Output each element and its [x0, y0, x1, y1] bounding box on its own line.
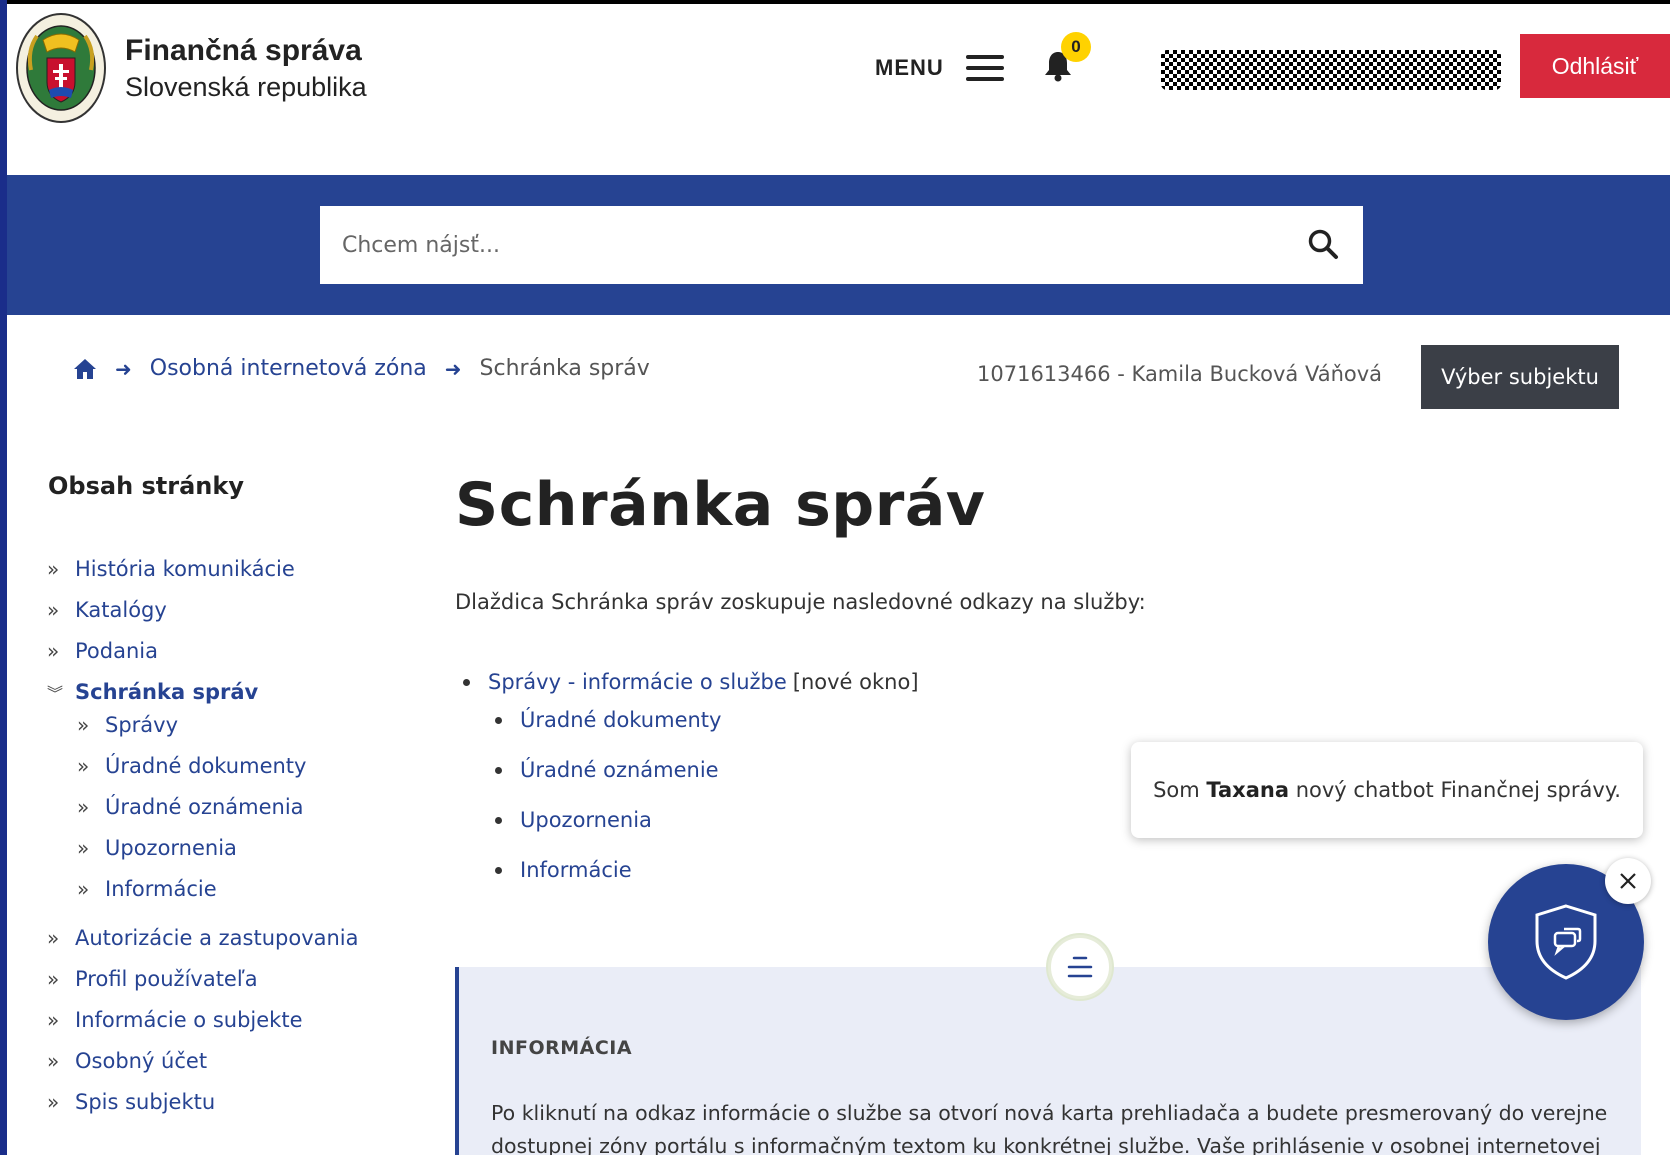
bullet-icon — [495, 716, 502, 724]
home-icon[interactable] — [73, 357, 97, 381]
menu-lines-icon — [1067, 956, 1093, 978]
page: Finančná správa Slovenská republika MENU… — [7, 0, 1670, 1155]
arrow-right-icon: ➜ — [115, 356, 132, 381]
toc-link-subject-info[interactable]: Informácie o subjekte — [75, 1008, 302, 1032]
menu-button[interactable]: MENU — [875, 50, 1004, 86]
double-chevron-icon: » — [77, 836, 90, 860]
double-chevron-icon: » — [47, 1049, 60, 1073]
chat-shield-icon — [1535, 904, 1597, 980]
toc-subitem[interactable]: » Úradné dokumenty — [77, 754, 306, 778]
toc-link-warnings[interactable]: Upozornenia — [105, 836, 237, 860]
list-item: Upozornenia — [495, 808, 652, 832]
toc-item[interactable]: » Autorizácie a zastupovania — [47, 926, 359, 950]
double-chevron-icon: » — [47, 1090, 60, 1114]
toc-link-information[interactable]: Informácie — [105, 877, 217, 901]
double-chevron-down-icon: ︾ — [47, 684, 64, 703]
menu-label: MENU — [875, 55, 944, 80]
info-box: INFORMÁCIA Po kliknutí na odkaz informác… — [455, 967, 1641, 1155]
service-link-warnings[interactable]: Upozornenia — [520, 808, 652, 832]
new-window-note: [nové okno] — [792, 670, 919, 694]
toc-link-messages[interactable]: Správy — [105, 713, 178, 737]
toc-item[interactable]: » Osobný účet — [47, 1049, 207, 1073]
notification-badge: 0 — [1061, 32, 1091, 62]
intro-text: Dlaždica Schránka správ zoskupuje nasled… — [455, 590, 1146, 614]
double-chevron-icon: » — [47, 926, 60, 950]
double-chevron-icon: » — [77, 713, 90, 737]
double-chevron-icon: » — [47, 1008, 60, 1032]
toc-link-personal-account[interactable]: Osobný účet — [75, 1049, 207, 1073]
chatbot-close-button[interactable] — [1605, 858, 1651, 904]
info-menu-toggle[interactable] — [1048, 935, 1112, 999]
list-item: Informácie — [495, 858, 632, 882]
double-chevron-icon: » — [77, 877, 90, 901]
chatbot-text-before: Som — [1153, 778, 1200, 802]
toc-link-authorizations[interactable]: Autorizácie a zastupovania — [75, 926, 359, 950]
toc-item[interactable]: » Informácie o subjekte — [47, 1008, 302, 1032]
toc-subitem[interactable]: » Úradné oznámenia — [77, 795, 304, 819]
logout-button[interactable]: Odhlásiť — [1520, 34, 1670, 98]
service-link-information[interactable]: Informácie — [520, 858, 632, 882]
toc-item-active[interactable]: ︾ Schránka správ — [47, 680, 258, 704]
arrow-right-icon: ➜ — [444, 356, 462, 381]
chatbot-bubble[interactable]: Som Taxana nový chatbot Finančnej správy… — [1131, 742, 1643, 838]
chatbot-text-after: nový chatbot Finančnej správy. — [1295, 778, 1621, 802]
toc-link-history[interactable]: História komunikácie — [75, 557, 295, 581]
toc-subitem[interactable]: » Upozornenia — [77, 836, 237, 860]
search-box[interactable] — [320, 206, 1363, 284]
brand-subtitle: Slovenská republika — [125, 72, 367, 102]
double-chevron-icon: » — [47, 598, 60, 622]
toc-link-subject-file[interactable]: Spis subjektu — [75, 1090, 215, 1114]
toc-title: Obsah stránky — [48, 472, 244, 500]
toc-item[interactable]: » Podania — [47, 639, 158, 663]
toc-link-user-profile[interactable]: Profil používateľa — [75, 967, 258, 991]
double-chevron-icon: » — [47, 557, 60, 581]
double-chevron-icon: » — [47, 967, 60, 991]
user-name-redacted[interactable] — [1161, 50, 1501, 90]
bullet-icon — [495, 766, 502, 774]
toc-link-official-notices[interactable]: Úradné oznámenia — [105, 795, 304, 819]
subject-label: 1071613466 - Kamila Bucková Váňová — [977, 362, 1383, 386]
toc-item[interactable]: » História komunikácie — [47, 557, 295, 581]
select-subject-button[interactable]: Výber subjektu — [1421, 345, 1619, 409]
breadcrumb-current: Schránka správ — [479, 356, 650, 381]
toc-item[interactable]: » Spis subjektu — [47, 1090, 215, 1114]
brand-title: Finančná správa — [125, 34, 362, 67]
double-chevron-icon: » — [47, 639, 60, 663]
list-item: Úradné dokumenty — [495, 708, 721, 732]
list-item: Správy - informácie o službe [nové okno] — [463, 670, 919, 694]
toc-subitem[interactable]: » Správy — [77, 713, 178, 737]
search-band — [7, 175, 1670, 315]
close-icon — [1620, 873, 1636, 889]
double-chevron-icon: » — [77, 795, 90, 819]
bullet-icon — [495, 816, 502, 824]
toc-subitem[interactable]: » Informácie — [77, 877, 217, 901]
service-link-official-documents[interactable]: Úradné dokumenty — [520, 708, 721, 732]
coat-of-arms-logo[interactable] — [13, 10, 109, 128]
toc-link-catalogs[interactable]: Katalógy — [75, 598, 167, 622]
info-heading: INFORMÁCIA — [491, 1037, 633, 1059]
info-text: Po kliknutí na odkaz informácie o službe… — [491, 1101, 1608, 1155]
toc-link-official-documents[interactable]: Úradné dokumenty — [105, 754, 306, 778]
toc-item[interactable]: » Katalógy — [47, 598, 167, 622]
page-title: Schránka správ — [455, 470, 986, 540]
toc-item[interactable]: » Profil používateľa — [47, 967, 258, 991]
chatbot-name: Taxana — [1206, 778, 1290, 802]
toc-link-message-box[interactable]: Schránka správ — [75, 680, 258, 704]
breadcrumb-link-personal-zone[interactable]: Osobná internetová zóna — [150, 356, 427, 381]
search-icon[interactable] — [1307, 228, 1339, 260]
site-header: Finančná správa Slovenská republika MENU… — [7, 0, 1670, 175]
list-item: Úradné oznámenie — [495, 758, 719, 782]
service-link-official-notice[interactable]: Úradné oznámenie — [520, 758, 719, 782]
search-input[interactable] — [342, 226, 1242, 264]
double-chevron-icon: » — [77, 754, 90, 778]
service-link-messages-info[interactable]: Správy - informácie o službe — [488, 670, 787, 694]
toc-link-submissions[interactable]: Podania — [75, 639, 158, 663]
bullet-icon — [463, 678, 470, 686]
hamburger-icon — [965, 55, 1004, 81]
bullet-icon — [495, 866, 502, 874]
breadcrumb: ➜ Osobná internetová zóna ➜ Schránka spr… — [73, 356, 650, 381]
